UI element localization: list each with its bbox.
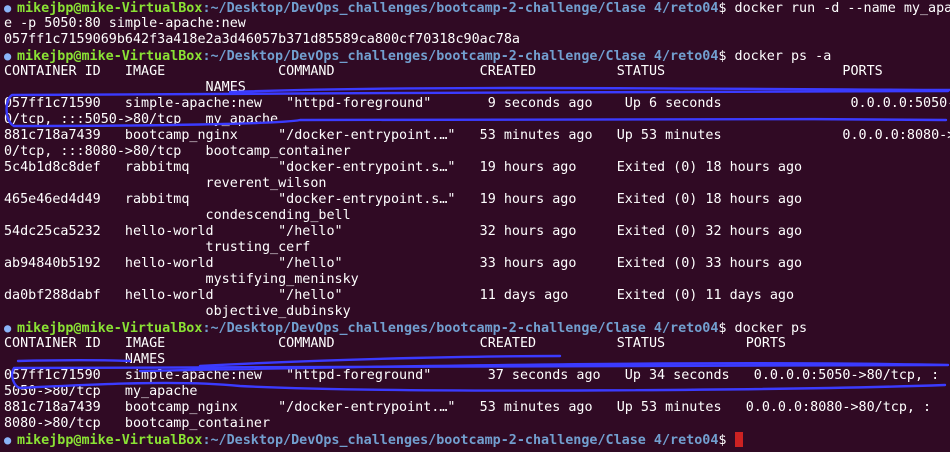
prompt-mark-icon: ● bbox=[4, 321, 12, 335]
output-line: 881c718a7439 bootcamp_nginx "/docker-ent… bbox=[4, 128, 950, 144]
prompt-path: :~/Desktop/DevOps_challenges/bootcamp-2-… bbox=[202, 321, 719, 336]
terminal-window[interactable]: ● mikejbp@mike-VirtualBox:~/Desktop/DevOp… bbox=[0, 0, 950, 452]
output-text: condescending_bell bbox=[4, 208, 351, 223]
output-text: ab94840b5192 hello-world "/hello" 33 hou… bbox=[4, 256, 803, 271]
prompt-user: mikejbp@mike-VirtualBox bbox=[17, 1, 203, 16]
output-text: 0/tcp, :::5050->80/tcp my_apache bbox=[4, 112, 279, 127]
command-text: docker ps bbox=[734, 321, 808, 336]
prompt-mark-icon: ● bbox=[4, 49, 12, 63]
output-text: objective_dubinsky bbox=[4, 304, 351, 319]
prompt-mark-icon: ● bbox=[4, 433, 12, 447]
output-line: trusting_cerf bbox=[4, 240, 950, 256]
command-text: docker ps -a bbox=[734, 49, 832, 64]
prompt-symbol: $ bbox=[718, 49, 735, 64]
output-line: 465e46ed4d49 rabbitmq "docker-entrypoint… bbox=[4, 192, 950, 208]
output-line: CONTAINER ID IMAGE COMMAND CREATED STATU… bbox=[4, 64, 950, 80]
output-line: mystifying_meninsky bbox=[4, 272, 950, 288]
prompt-user: mikejbp@mike-VirtualBox bbox=[17, 49, 203, 64]
prompt-symbol: $ bbox=[718, 433, 735, 448]
output-text: 057ff1c71590 simple-apache:new "httpd-fo… bbox=[4, 368, 940, 383]
output-text: reverent_wilson bbox=[4, 176, 327, 191]
output-text: 881c718a7439 bootcamp_nginx "/docker-ent… bbox=[4, 128, 950, 143]
output-line: 54dc25ca5232 hello-world "/hello" 32 hou… bbox=[4, 224, 950, 240]
output-text: e -p 5050:80 simple-apache:new bbox=[4, 16, 246, 31]
prompt-path: :~/Desktop/DevOps_challenges/bootcamp-2-… bbox=[202, 433, 719, 448]
prompt-path: :~/Desktop/DevOps_challenges/bootcamp-2-… bbox=[202, 1, 719, 16]
prompt-line: ● mikejbp@mike-VirtualBox:~/Desktop/DevOp… bbox=[4, 48, 950, 64]
output-text: 8080->80/tcp bootcamp_container bbox=[4, 416, 271, 431]
output-line: 8080->80/tcp bootcamp_container bbox=[4, 416, 950, 432]
text-cursor[interactable] bbox=[734, 432, 743, 447]
output-line: da0bf288dabf hello-world "/hello" 11 day… bbox=[4, 288, 950, 304]
output-text: 0/tcp, :::8080->80/tcp bootcamp_containe… bbox=[4, 144, 351, 159]
prompt-line: ● mikejbp@mike-VirtualBox:~/Desktop/DevOp… bbox=[4, 0, 950, 16]
prompt-line: ● mikejbp@mike-VirtualBox:~/Desktop/DevOp… bbox=[4, 320, 950, 336]
prompt-symbol: $ bbox=[718, 1, 735, 16]
prompt-path: :~/Desktop/DevOps_challenges/bootcamp-2-… bbox=[202, 49, 719, 64]
output-line: 5050->80/tcp my_apache bbox=[4, 384, 950, 400]
output-text: CONTAINER ID IMAGE COMMAND CREATED STATU… bbox=[4, 336, 786, 351]
output-text: 057ff1c71590 simple-apache:new "httpd-fo… bbox=[4, 96, 950, 111]
output-line: 057ff1c71590 simple-apache:new "httpd-fo… bbox=[4, 96, 950, 112]
output-text: 881c718a7439 bootcamp_nginx "/docker-ent… bbox=[4, 400, 932, 415]
output-text: NAMES bbox=[4, 80, 246, 95]
prompt-symbol: $ bbox=[718, 321, 735, 336]
command-text: docker run -d --name my_apa bbox=[734, 1, 950, 16]
output-line: ab94840b5192 hello-world "/hello" 33 hou… bbox=[4, 256, 950, 272]
output-line: 881c718a7439 bootcamp_nginx "/docker-ent… bbox=[4, 400, 950, 416]
output-text: NAMES bbox=[4, 352, 166, 367]
output-line: objective_dubinsky bbox=[4, 304, 950, 320]
prompt-mark-icon: ● bbox=[4, 1, 12, 15]
output-text: trusting_cerf bbox=[4, 240, 311, 255]
output-line: 057ff1c7159069b642f3a418e2a3d46057b371d8… bbox=[4, 32, 950, 48]
output-line: e -p 5050:80 simple-apache:new bbox=[4, 16, 950, 32]
output-line: condescending_bell bbox=[4, 208, 950, 224]
prompt-user: mikejbp@mike-VirtualBox bbox=[17, 433, 203, 448]
output-line: 5c4b1d8c8def rabbitmq "docker-entrypoint… bbox=[4, 160, 950, 176]
output-line: NAMES bbox=[4, 80, 950, 96]
output-text: CONTAINER ID IMAGE COMMAND CREATED STATU… bbox=[4, 64, 883, 79]
output-line: 0/tcp, :::8080->80/tcp bootcamp_containe… bbox=[4, 144, 950, 160]
output-line: CONTAINER ID IMAGE COMMAND CREATED STATU… bbox=[4, 336, 950, 352]
prompt-user: mikejbp@mike-VirtualBox bbox=[17, 321, 203, 336]
output-text: mystifying_meninsky bbox=[4, 272, 359, 287]
output-text: 54dc25ca5232 hello-world "/hello" 32 hou… bbox=[4, 224, 803, 239]
output-text: da0bf288dabf hello-world "/hello" 11 day… bbox=[4, 288, 795, 303]
output-line: reverent_wilson bbox=[4, 176, 950, 192]
output-text: 5c4b1d8c8def rabbitmq "docker-entrypoint… bbox=[4, 160, 803, 175]
output-line: 057ff1c71590 simple-apache:new "httpd-fo… bbox=[4, 368, 950, 384]
prompt-line: ● mikejbp@mike-VirtualBox:~/Desktop/DevOp… bbox=[4, 432, 950, 448]
output-text: 5050->80/tcp my_apache bbox=[4, 384, 198, 399]
output-text: 465e46ed4d49 rabbitmq "docker-entrypoint… bbox=[4, 192, 803, 207]
output-text: 057ff1c7159069b642f3a418e2a3d46057b371d8… bbox=[4, 32, 520, 47]
output-line: 0/tcp, :::5050->80/tcp my_apache bbox=[4, 112, 950, 128]
output-line: NAMES bbox=[4, 352, 950, 368]
